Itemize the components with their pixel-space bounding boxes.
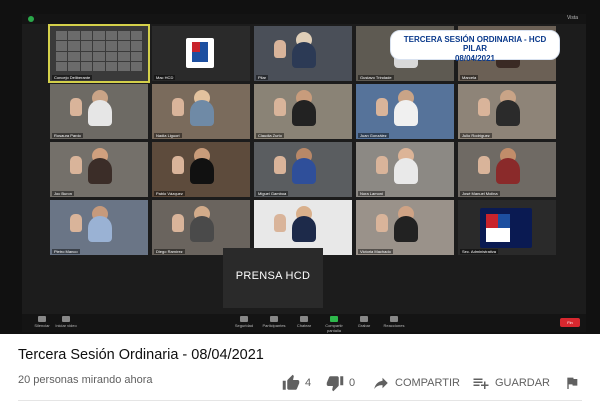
participant-tile: Rosaura Pardo: [50, 84, 148, 139]
divider: [18, 400, 582, 401]
shield-icon: [240, 316, 248, 322]
participant-tile: Pilar: [254, 26, 352, 81]
dislike-button[interactable]: 0: [326, 373, 355, 393]
smile-icon: [390, 316, 398, 322]
zoom-meeting-frame: Vista Concejo Deliberante Mac HCD Pilar: [22, 14, 586, 333]
participant-name: Marcela: [460, 75, 479, 80]
flag-icon: [567, 377, 578, 389]
participant-name: Gustavo Trindade: [358, 75, 394, 80]
report-button[interactable]: [564, 373, 580, 393]
participant-name: Sec. Administrativa: [460, 249, 499, 254]
share-screen-control: Compartir pantalla: [318, 316, 350, 333]
participant-name: Mac HCD: [154, 75, 176, 80]
record-control: Grabar: [348, 316, 380, 328]
participant-tile: Laura: [254, 200, 352, 255]
participant-tile: José Manuel Molina: [458, 142, 556, 197]
participant-name: Nadia Liguori: [154, 133, 182, 138]
participants-control: Participantes: [258, 316, 290, 328]
zoom-toolbar: Silenciar Iniciar video Seguridad Partic…: [22, 314, 586, 333]
participant-name: Nora Lamoni: [358, 191, 385, 196]
participant-name: Rosaura Pardo: [52, 133, 83, 138]
participant-tile: Mac HCD: [152, 26, 250, 81]
participant-name: Julio Rodríguez: [460, 133, 492, 138]
session-banner-title: TERCERA SESIÓN ORDINARIA - HCD PILAR: [403, 35, 547, 53]
participant-name: Concejo Deliberante: [52, 75, 93, 80]
camera-icon: [62, 316, 70, 322]
participant-name: Miguel Gamboa: [256, 191, 289, 196]
participant-name: Pablo Vázquez: [154, 191, 185, 196]
video-title: Tercera Sesión Ordinaria - 08/04/2021: [18, 347, 264, 363]
prensa-hcd-tile: PRENSA HCD: [223, 248, 323, 308]
save-button[interactable]: GUARDAR: [472, 373, 550, 393]
session-banner: TERCERA SESIÓN ORDINARIA - HCD PILAR 08/…: [390, 30, 560, 63]
dislike-count: 0: [349, 377, 356, 389]
save-label: GUARDAR: [495, 377, 551, 389]
hcd-logo-icon: [186, 38, 214, 68]
participant-tile: Juan González: [356, 84, 454, 139]
gallery-thumbnail: [56, 31, 142, 71]
share-button[interactable]: COMPARTIR: [372, 373, 460, 393]
share-screen-icon: [330, 316, 338, 322]
video-player[interactable]: Vista Concejo Deliberante Mac HCD Pilar: [0, 0, 600, 334]
participant-name: Claudia Zurlo: [256, 133, 284, 138]
participant-tile: Nora Lamoni: [356, 142, 454, 197]
participant-tile: Miguel Gamboa: [254, 142, 352, 197]
hcd-pilar-logo-icon: [480, 208, 532, 248]
participant-tile: Claudia Zurlo: [254, 84, 352, 139]
participant-tile: Julio Rodríguez: [458, 84, 556, 139]
dislike-icon: [326, 376, 344, 392]
people-icon: [270, 316, 278, 322]
participant-name: Victoria Machado: [358, 249, 393, 254]
end-meeting-button: Fin: [560, 318, 580, 327]
participant-name: Pietro Manco: [52, 249, 80, 254]
chat-icon: [300, 316, 308, 322]
participant-tile: Joc Buron: [50, 142, 148, 197]
participant-tile: Pietro Manco: [50, 200, 148, 255]
participant-tile: Victoria Machado: [356, 200, 454, 255]
like-button[interactable]: 4: [282, 373, 311, 393]
video-control: Iniciar video: [50, 316, 82, 328]
participant-tile: Pablo Vázquez: [152, 142, 250, 197]
view-label: Vista: [566, 15, 578, 21]
participant-name: Juan González: [358, 133, 389, 138]
zoom-topbar: Vista: [22, 14, 586, 24]
security-control: Seguridad: [228, 316, 260, 328]
microphone-icon: [38, 316, 46, 322]
like-count: 4: [305, 377, 312, 389]
session-banner-date: 08/04/2021: [454, 54, 496, 63]
reactions-control: Reacciones: [378, 316, 410, 328]
participant-name: José Manuel Molina: [460, 191, 500, 196]
participant-name: Pilar: [256, 75, 269, 80]
participant-tile: Sec. Administrativa: [458, 200, 556, 255]
participant-tile: Nadia Liguori: [152, 84, 250, 139]
share-label: COMPARTIR: [395, 377, 460, 389]
like-icon: [282, 374, 300, 390]
viewer-count: 20 personas mirando ahora: [18, 374, 153, 386]
chat-control: Chatear: [288, 316, 320, 328]
share-icon: [374, 377, 388, 389]
security-shield-icon: [28, 16, 34, 22]
prensa-label: PRENSA HCD: [235, 270, 311, 282]
participant-name: Joc Buron: [52, 191, 75, 196]
participant-tile: Diego Ramírez: [152, 200, 250, 255]
participant-name: Diego Ramírez: [154, 249, 185, 254]
record-icon: [360, 316, 368, 322]
participant-tile: Concejo Deliberante: [48, 24, 150, 83]
save-playlist-icon: [473, 378, 489, 389]
